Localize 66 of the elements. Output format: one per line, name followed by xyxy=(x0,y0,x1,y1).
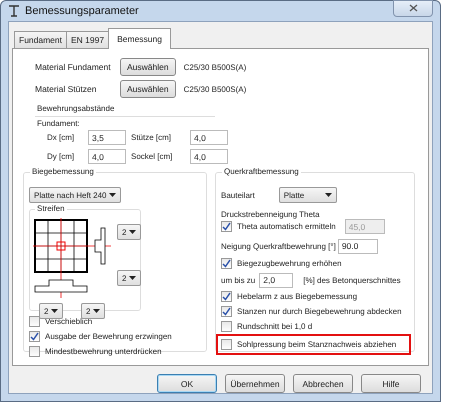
checkbox-label: Hebelarm z aus Biegebemessung xyxy=(237,292,358,301)
checkbox-label: Theta automatisch ermitteln xyxy=(237,222,336,231)
dropdown[interactable]: 2 xyxy=(39,303,63,319)
checkbox-label: Stanzen nur durch Biegebewehrung abdecken xyxy=(237,307,402,316)
field-label: Dx [cm] xyxy=(47,133,76,142)
dropdown[interactable]: 2 xyxy=(117,224,141,240)
field-label: [%] des Betonquerschnittes xyxy=(303,276,401,284)
checkbox[interactable] xyxy=(29,331,40,342)
select-button[interactable]: Auswählen xyxy=(120,80,176,98)
select-button[interactable]: Auswählen xyxy=(120,58,176,76)
field-label: Stütze [cm] xyxy=(131,133,172,142)
caret-icon xyxy=(324,193,332,197)
checkbox-label: Sohlpressung beim Stanznachweis abziehen xyxy=(237,340,396,349)
dropdown[interactable]: Platte nach Heft 240 xyxy=(29,187,121,203)
dialog-button[interactable]: Abbrechen xyxy=(293,374,353,393)
section-subtitle: Fundament: xyxy=(36,119,81,128)
checkbox[interactable] xyxy=(29,346,40,357)
checkbox-label: Verschieblich xyxy=(45,317,92,326)
group-title: Streifen xyxy=(35,204,67,213)
caret-icon xyxy=(109,193,116,197)
close-icon xyxy=(408,4,418,12)
input-field[interactable]: 4,0 xyxy=(190,130,228,145)
dropdown[interactable]: 2 xyxy=(81,303,105,319)
input-field[interactable]: 90.0 xyxy=(338,238,378,254)
tab[interactable]: EN 1997 xyxy=(66,31,110,48)
checkbox[interactable] xyxy=(221,339,232,350)
section-title: Bewehrungsabstände xyxy=(36,104,116,113)
material-value: C25/30 B500S(A) xyxy=(184,62,246,72)
material-label: Material Fundament xyxy=(35,62,112,72)
checkbox[interactable] xyxy=(221,291,232,302)
input-field[interactable]: 2,0 xyxy=(259,272,294,288)
tab[interactable]: Bemessung xyxy=(108,28,171,49)
checkbox[interactable] xyxy=(29,316,40,327)
material-label: Material Stützen xyxy=(35,84,98,94)
checkbox[interactable] xyxy=(221,306,232,317)
group-title: Querkraftbemessung xyxy=(222,167,301,176)
field-label: Bauteilart xyxy=(221,190,255,200)
field-label: Sockel [cm] xyxy=(131,152,174,161)
checkbox[interactable] xyxy=(221,321,232,332)
window-title: Bemessungsparameter xyxy=(25,5,139,17)
dialog-button[interactable]: OK xyxy=(157,374,217,393)
caret-icon xyxy=(93,309,100,313)
field-label: Neigung Querkraftbewehrung [°] xyxy=(221,242,336,250)
material-value: C25/30 B500S(A) xyxy=(184,84,246,94)
input-field[interactable]: 3,5 xyxy=(88,130,126,145)
checkbox-label: Ausgabe der Bewehrung erzwingen xyxy=(45,332,172,341)
caret-icon xyxy=(129,230,136,234)
caret-icon xyxy=(129,276,136,280)
group-title: Biegebemessung xyxy=(30,167,96,176)
caret-icon xyxy=(51,309,58,313)
dialog-button[interactable]: Übernehmen xyxy=(225,374,285,393)
field-label: um bis zu xyxy=(221,276,256,284)
checkbox-label: Biegezugbewehrung erhöhen xyxy=(237,259,342,268)
checkbox-label: Rundschnitt bei 1,0 d xyxy=(237,322,312,331)
field-label: Dy [cm] xyxy=(47,152,76,161)
input-field[interactable]: 4,0 xyxy=(190,149,228,164)
input-field[interactable]: 4,0 xyxy=(88,149,126,164)
beam-icon xyxy=(8,5,20,17)
checkbox-label: Mindestbewehrung unterdrücken xyxy=(45,347,162,356)
close-button[interactable] xyxy=(393,0,433,16)
checkbox[interactable] xyxy=(221,258,232,269)
subsection-title: Druckstrebenneigung Theta xyxy=(221,210,321,219)
tab[interactable]: Fundament xyxy=(14,31,67,48)
dropdown[interactable]: Platte xyxy=(278,187,337,203)
dropdown[interactable]: 2 xyxy=(117,270,141,286)
dialog-button[interactable]: Hilfe xyxy=(361,374,421,393)
